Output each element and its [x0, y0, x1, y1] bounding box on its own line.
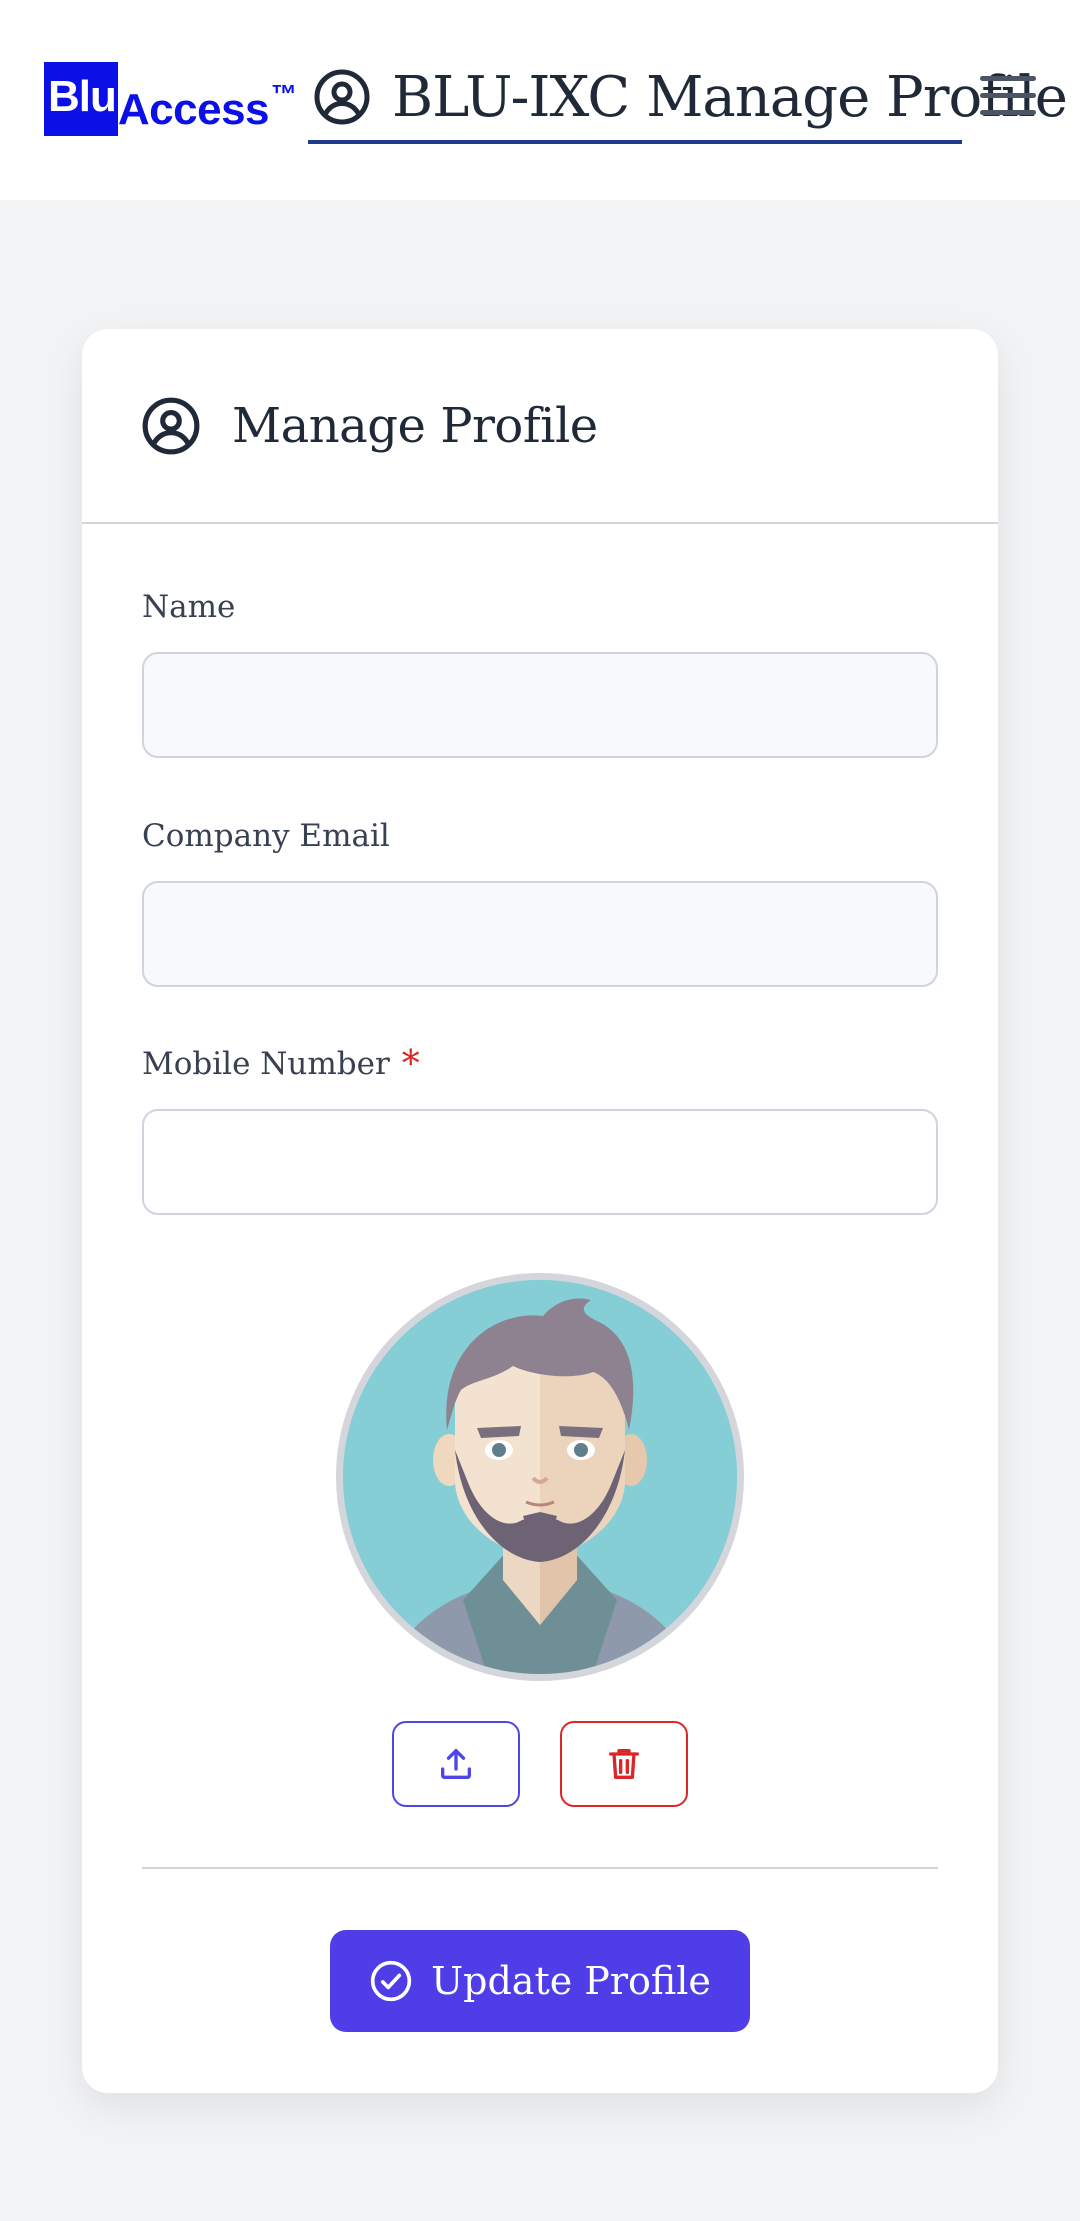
- email-field-group: Company Email: [142, 811, 938, 987]
- card-title: Manage Profile: [232, 397, 598, 454]
- logo-trademark: ™: [271, 79, 298, 109]
- update-profile-button[interactable]: Update Profile: [330, 1930, 750, 2032]
- name-label: Name: [142, 589, 236, 625]
- page-title: BLU-IXC Manage Profile: [308, 54, 1068, 144]
- name-input[interactable]: [142, 652, 938, 758]
- company-email-label: Company Email: [142, 818, 390, 854]
- delete-photo-button[interactable]: [560, 1721, 688, 1807]
- manage-profile-card: Manage Profile Name Company Email Mobile…: [82, 329, 998, 2093]
- page-title-text: BLU-IXC Manage Profile: [392, 64, 1068, 130]
- hamburger-menu-button[interactable]: [980, 76, 1036, 120]
- user-circle-icon: [314, 69, 370, 125]
- upload-icon: [441, 1749, 471, 1779]
- hamburger-icon: [980, 76, 1036, 81]
- form-divider: [142, 1867, 938, 1869]
- hamburger-icon-line: [980, 93, 1036, 98]
- user-circle-icon: [142, 397, 200, 454]
- name-field-group: Name: [142, 582, 938, 758]
- mobile-field-group: Mobile Number *: [142, 1039, 938, 1215]
- trash-icon: [609, 1749, 639, 1779]
- logo-box-text: Blu: [44, 62, 118, 136]
- company-email-input[interactable]: [142, 881, 938, 987]
- upload-photo-button[interactable]: [392, 1721, 520, 1807]
- mobile-number-input[interactable]: [142, 1109, 938, 1215]
- top-bar: Blu Access ™ BLU-IXC Manage Profile: [0, 0, 1080, 200]
- check-circle-icon: [370, 1960, 412, 2002]
- profile-avatar: [336, 1273, 744, 1681]
- bluaccess-logo[interactable]: Blu Access ™: [44, 62, 297, 136]
- mobile-number-label: Mobile Number *: [142, 1039, 938, 1089]
- hamburger-icon-line: [980, 110, 1036, 115]
- card-header: Manage Profile: [82, 329, 998, 524]
- required-mark: *: [401, 1043, 420, 1085]
- mobile-number-label-text: Mobile Number: [142, 1046, 390, 1082]
- avatar-illustration: [343, 1280, 737, 1674]
- update-profile-label: Update Profile: [431, 1959, 711, 2003]
- logo-rest-text: Access: [117, 85, 270, 134]
